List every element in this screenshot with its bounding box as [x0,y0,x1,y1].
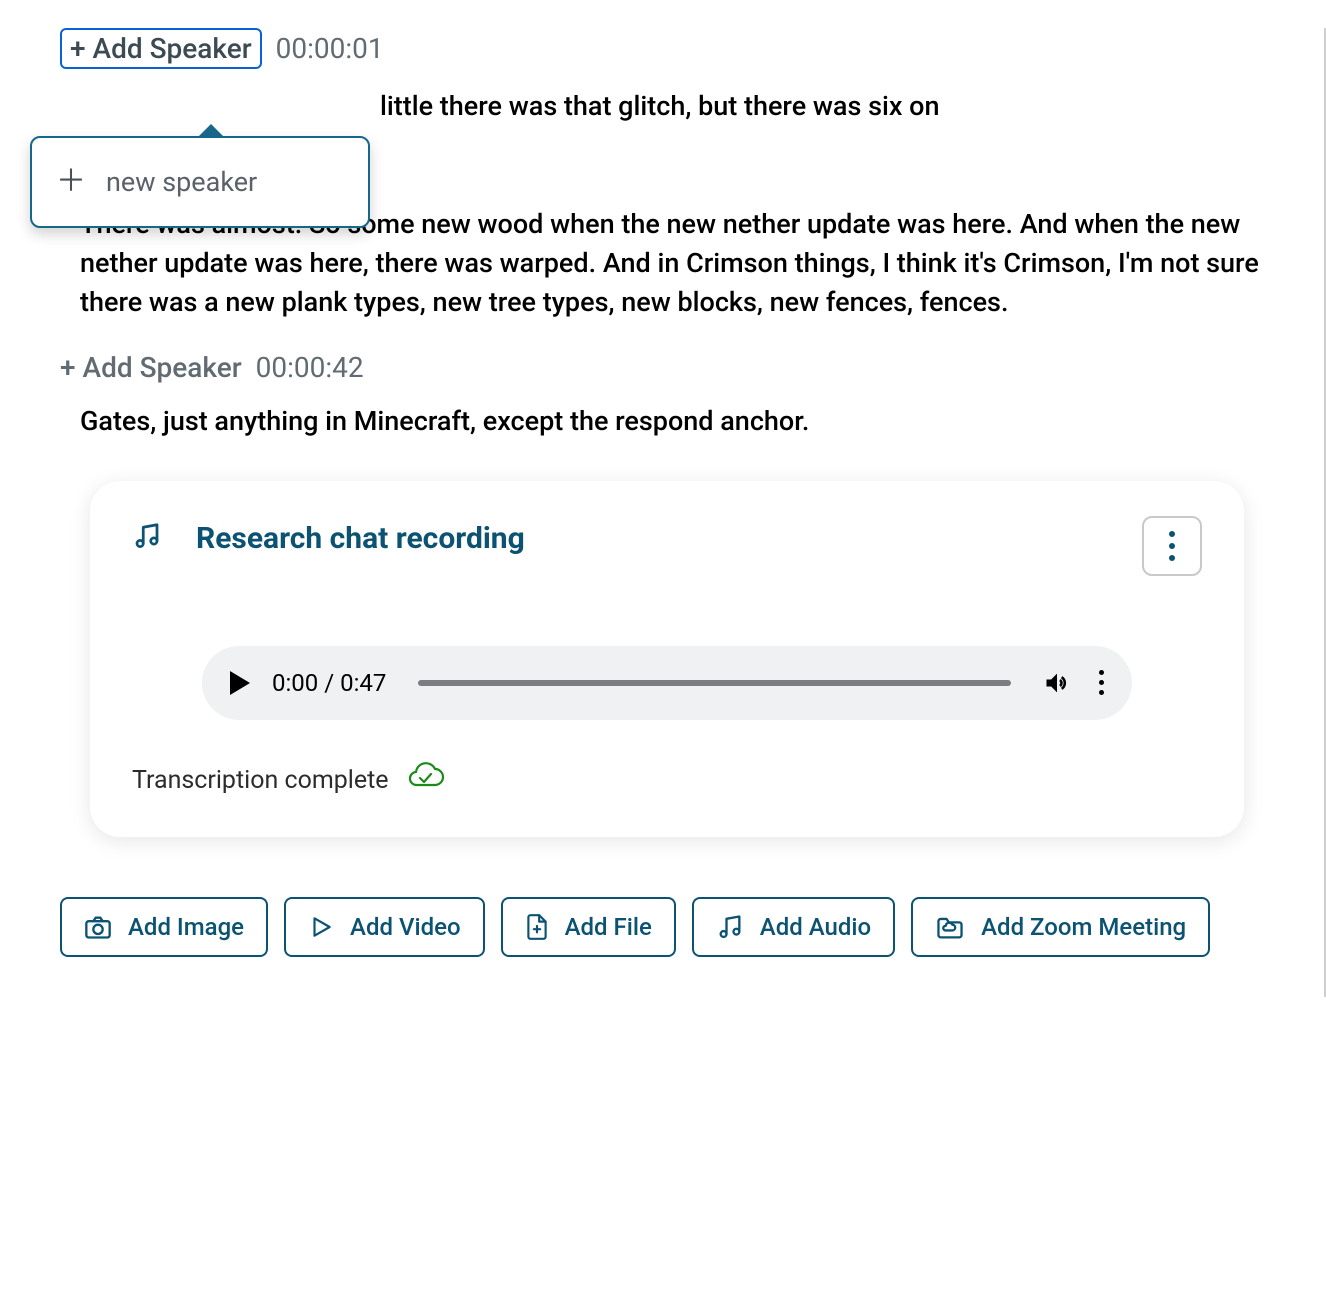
action-label: Add File [565,913,652,941]
folder-cloud-icon [935,914,965,940]
new-speaker-label: new speaker [106,166,257,198]
vertical-dots-icon [1169,531,1175,561]
transcription-status: Transcription complete [132,766,389,795]
seek-bar[interactable] [418,680,1011,686]
file-plus-icon [525,913,549,941]
music-note-icon [132,521,162,555]
music-note-icon [716,913,744,941]
add-audio-button[interactable]: Add Audio [692,897,895,957]
action-label: Add Image [128,913,244,941]
new-speaker-option[interactable]: ＋ new speaker [56,166,344,198]
add-video-button[interactable]: Add Video [284,897,485,957]
volume-icon[interactable] [1043,669,1071,697]
cloud-check-icon [405,762,445,799]
play-outline-icon [308,914,334,940]
action-label: Add Zoom Meeting [981,913,1186,941]
player-time: 0:00 / 0:47 [272,669,386,697]
audio-title[interactable]: Research chat recording [196,521,1108,556]
transcript-text[interactable]: Gates, just anything in Minecraft, excep… [80,402,1264,441]
transcript-entry: + Add Speaker 00:00:01 little there was … [60,28,1264,126]
vertical-dots-icon [1099,670,1104,695]
action-label: Add Video [350,913,461,941]
camera-icon [84,914,112,940]
speaker-popover: ＋ new speaker [30,136,370,228]
add-image-button[interactable]: Add Image [60,897,268,957]
transcript-entry: + Add Speaker 00:00:42 Gates, just anyth… [60,351,1264,441]
transcript-text[interactable]: little there was that glitch, but there … [380,87,1264,126]
attachment-actions: Add Image Add Video Add File Add Audio [60,897,1264,957]
timestamp: 00:00:01 [276,32,384,65]
add-zoom-meeting-button[interactable]: Add Zoom Meeting [911,897,1210,957]
player-more-button[interactable] [1093,670,1104,695]
play-button[interactable] [230,671,250,695]
audio-player: 0:00 / 0:47 [202,646,1132,720]
action-label: Add Audio [760,913,871,941]
more-button[interactable] [1142,516,1202,576]
timestamp: 00:00:42 [256,351,364,384]
audio-card: Research chat recording 0:00 / 0:47 Tran… [90,481,1244,837]
add-speaker-button[interactable]: + Add Speaker [60,28,262,69]
plus-icon: ＋ [56,167,86,197]
add-file-button[interactable]: Add File [501,897,676,957]
add-speaker-button[interactable]: + Add Speaker [60,351,242,384]
